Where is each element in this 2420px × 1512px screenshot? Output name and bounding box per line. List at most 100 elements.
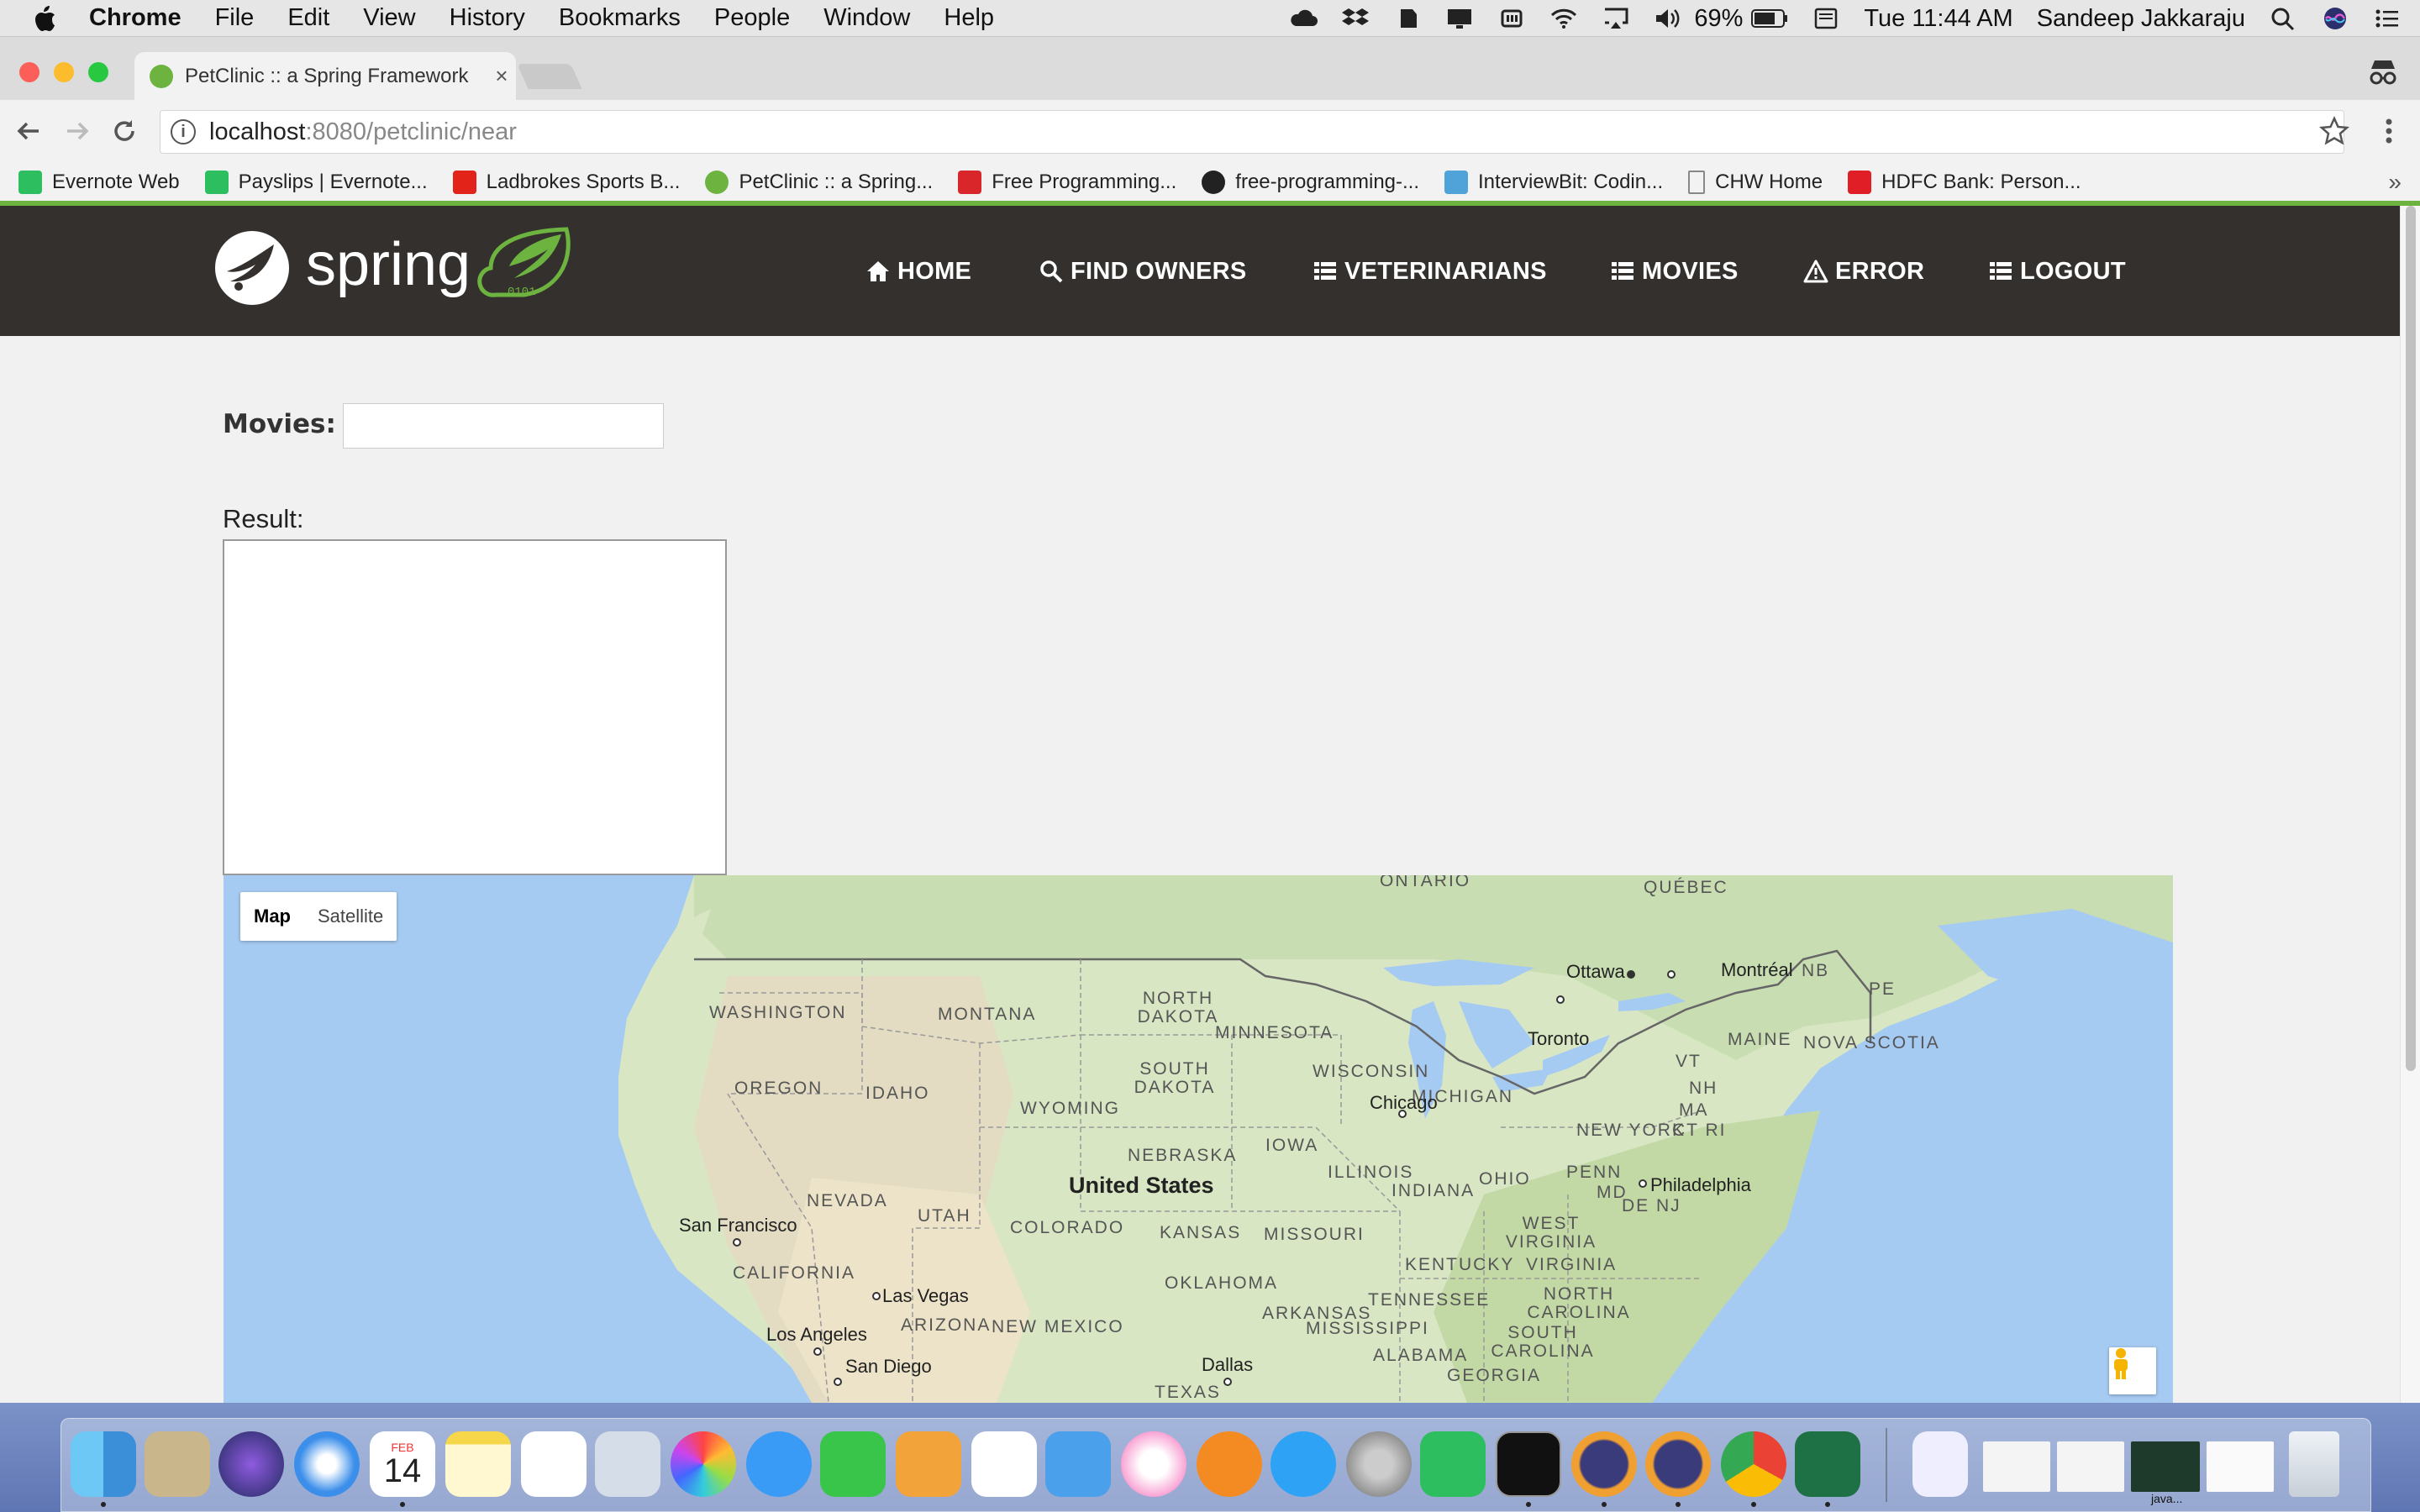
minimized-window-thumbnail[interactable] <box>1983 1441 2050 1492</box>
bookmark-chw-home[interactable]: CHW Home <box>1688 171 1823 194</box>
terminal-icon[interactable] <box>1496 1431 1561 1497</box>
memory-icon[interactable] <box>1497 6 1526 31</box>
chrome-icon[interactable] <box>1721 1431 1786 1497</box>
bookmarks-overflow-button[interactable]: » <box>2388 164 2402 201</box>
nav-error[interactable]: ERROR <box>1803 255 1924 288</box>
window-close-button[interactable] <box>19 62 39 82</box>
page-scrollbar[interactable] <box>2400 206 2420 1403</box>
siri-icon[interactable] <box>2321 6 2349 31</box>
nav-find-owners[interactable]: FIND OWNERS <box>1039 255 1247 288</box>
nav-veterinarians[interactable]: VETERINARIANS <box>1313 255 1547 288</box>
safari-icon[interactable] <box>294 1431 360 1497</box>
scrollbar-thumb[interactable] <box>2406 206 2416 1071</box>
map-type-satellite-button[interactable]: Satellite <box>304 892 397 941</box>
eclipse-icon[interactable] <box>1645 1431 1711 1497</box>
minimized-window-thumbnail[interactable] <box>2057 1441 2124 1492</box>
notes-icon[interactable] <box>445 1431 511 1497</box>
spotlight-search-icon[interactable] <box>2269 6 2297 31</box>
dropbox-icon[interactable] <box>1341 6 1370 31</box>
eclipse-icon[interactable] <box>1571 1431 1637 1497</box>
numbers-icon[interactable] <box>971 1431 1037 1497</box>
map-city-label: Las Vegas <box>882 1285 969 1306</box>
bookmark-star-icon[interactable] <box>2318 115 2350 146</box>
menu-window[interactable]: Window <box>823 4 910 32</box>
forward-button[interactable] <box>60 114 94 148</box>
movies-input[interactable] <box>343 403 664 449</box>
chrome-menu-icon[interactable] <box>2385 118 2393 144</box>
address-bar[interactable]: i localhost:8080/petclinic/near <box>160 110 2344 154</box>
minimized-window-thumbnail[interactable] <box>2131 1441 2200 1492</box>
preview-icon[interactable] <box>145 1431 210 1497</box>
menu-file[interactable]: File <box>215 4 255 32</box>
nav-home[interactable]: HOME <box>865 255 971 288</box>
spring-logo[interactable]: spring 0101 <box>213 226 600 310</box>
bookmark-payslips[interactable]: Payslips | Evernote... <box>204 171 428 194</box>
map-label: MAINE <box>1728 1030 1792 1049</box>
google-map[interactable]: Map Satellite ONTARIO QUÉBEC NORTH DAKOT… <box>224 875 2173 1403</box>
system-preferences-icon[interactable] <box>1346 1431 1412 1497</box>
evernote-app-icon[interactable] <box>1420 1431 1486 1497</box>
minimized-window-thumbnail[interactable] <box>2207 1441 2274 1492</box>
street-view-pegman-icon[interactable] <box>2109 1347 2156 1394</box>
ibooks-icon[interactable] <box>1197 1431 1262 1497</box>
new-tab-button[interactable] <box>517 64 582 89</box>
menu-help[interactable]: Help <box>944 4 994 32</box>
back-button[interactable] <box>12 114 45 148</box>
bookmark-free-programming-github[interactable]: free-programming-... <box>1202 171 1419 194</box>
bookmark-petclinic[interactable]: PetClinic :: a Spring... <box>705 171 933 194</box>
result-box[interactable] <box>223 539 727 875</box>
volume-icon[interactable] <box>1654 6 1682 31</box>
menu-bookmarks[interactable]: Bookmarks <box>559 4 681 32</box>
clock[interactable]: Tue 11:44 AM <box>1864 5 2012 33</box>
map-type-map-button[interactable]: Map <box>240 892 304 941</box>
calendar-icon[interactable]: FEB 14 <box>370 1431 435 1497</box>
battery-icon[interactable] <box>1751 8 1788 29</box>
site-info-icon[interactable]: i <box>171 119 196 144</box>
map-label: IDAHO <box>865 1084 930 1103</box>
bookmark-interviewbit[interactable]: InterviewBit: Codin... <box>1444 171 1663 194</box>
bookmark-ladbrokes[interactable]: Ladbrokes Sports B... <box>452 171 680 194</box>
document-stack-icon[interactable] <box>1912 1431 1968 1497</box>
input-source-icon[interactable] <box>1812 6 1840 31</box>
reminders-icon[interactable] <box>521 1431 587 1497</box>
bookmark-free-programming[interactable]: Free Programming... <box>958 171 1176 194</box>
messages-icon[interactable] <box>746 1431 812 1497</box>
url-path: :8080/petclinic/near <box>305 118 517 145</box>
user-name[interactable]: Sandeep Jakkaraju <box>2037 5 2245 33</box>
menu-app-name[interactable]: Chrome <box>89 4 182 32</box>
window-zoom-button[interactable] <box>88 62 108 82</box>
siri-app-icon[interactable] <box>218 1431 284 1497</box>
itunes-icon[interactable] <box>1121 1431 1186 1497</box>
battery-percent[interactable]: 69% <box>1694 5 1743 33</box>
pages-icon[interactable] <box>896 1431 961 1497</box>
app-store-icon[interactable] <box>1270 1431 1336 1497</box>
menu-people[interactable]: People <box>714 4 790 32</box>
apple-menu-icon[interactable] <box>32 2 66 35</box>
menu-view[interactable]: View <box>363 4 415 32</box>
menu-edit[interactable]: Edit <box>287 4 329 32</box>
bookmark-hdfc[interactable]: HDFC Bank: Person... <box>1848 171 2081 194</box>
menu-history[interactable]: History <box>450 4 525 32</box>
finder-icon[interactable] <box>71 1431 136 1497</box>
photos-icon[interactable] <box>671 1431 736 1497</box>
reload-button[interactable] <box>108 114 141 148</box>
evernote-status-icon[interactable] <box>1393 6 1422 31</box>
notification-center-icon[interactable] <box>2373 6 2402 31</box>
window-minimize-button[interactable] <box>54 62 74 82</box>
bookmark-evernote-web[interactable]: Evernote Web <box>18 171 180 194</box>
tab-close-icon[interactable]: × <box>487 63 516 89</box>
wifi-icon[interactable] <box>1549 6 1578 31</box>
page-icon <box>1688 171 1706 194</box>
nav-movies[interactable]: MOVIES <box>1610 255 1739 288</box>
display-icon[interactable] <box>1445 6 1474 31</box>
incognito-icon[interactable] <box>2366 57 2400 86</box>
tab-petclinic[interactable]: PetClinic :: a Spring Framework × <box>134 52 516 100</box>
excel-icon[interactable] <box>1795 1431 1860 1497</box>
image-capture-icon[interactable] <box>595 1431 660 1497</box>
nav-logout[interactable]: LOGOUT <box>1988 255 2126 288</box>
keynote-icon[interactable] <box>1045 1431 1111 1497</box>
trash-icon[interactable] <box>2289 1431 2339 1497</box>
facetime-icon[interactable] <box>820 1431 886 1497</box>
airplay-icon[interactable] <box>1602 6 1630 31</box>
cloud-icon[interactable] <box>1289 6 1318 31</box>
